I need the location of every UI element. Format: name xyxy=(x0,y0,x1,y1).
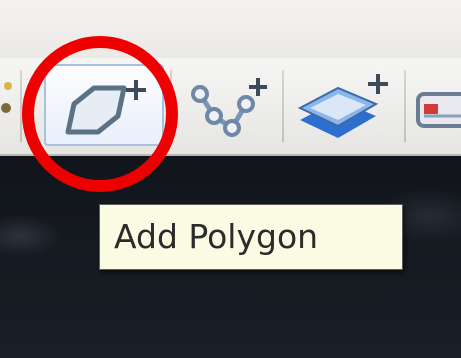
toolbar-separator xyxy=(404,70,406,142)
toolbar-separator xyxy=(282,70,284,142)
toolbar-separator xyxy=(20,70,22,142)
add-layer-button[interactable] xyxy=(290,64,398,146)
window-title-strip xyxy=(0,0,461,58)
toolbar xyxy=(0,58,461,156)
next-tool-button[interactable] xyxy=(410,64,461,146)
polygon-add-icon xyxy=(65,80,146,135)
add-polygon-button[interactable] xyxy=(44,64,164,146)
toolbar-icon xyxy=(1,82,12,113)
toolbar-icon xyxy=(416,92,461,128)
tooltip: Add Polygon xyxy=(99,204,403,270)
layer-add-icon xyxy=(297,74,388,138)
add-line-button[interactable] xyxy=(180,64,276,146)
previous-tool-button[interactable] xyxy=(0,64,18,146)
polyline-add-icon xyxy=(191,78,267,137)
toolbar-separator xyxy=(170,70,172,142)
